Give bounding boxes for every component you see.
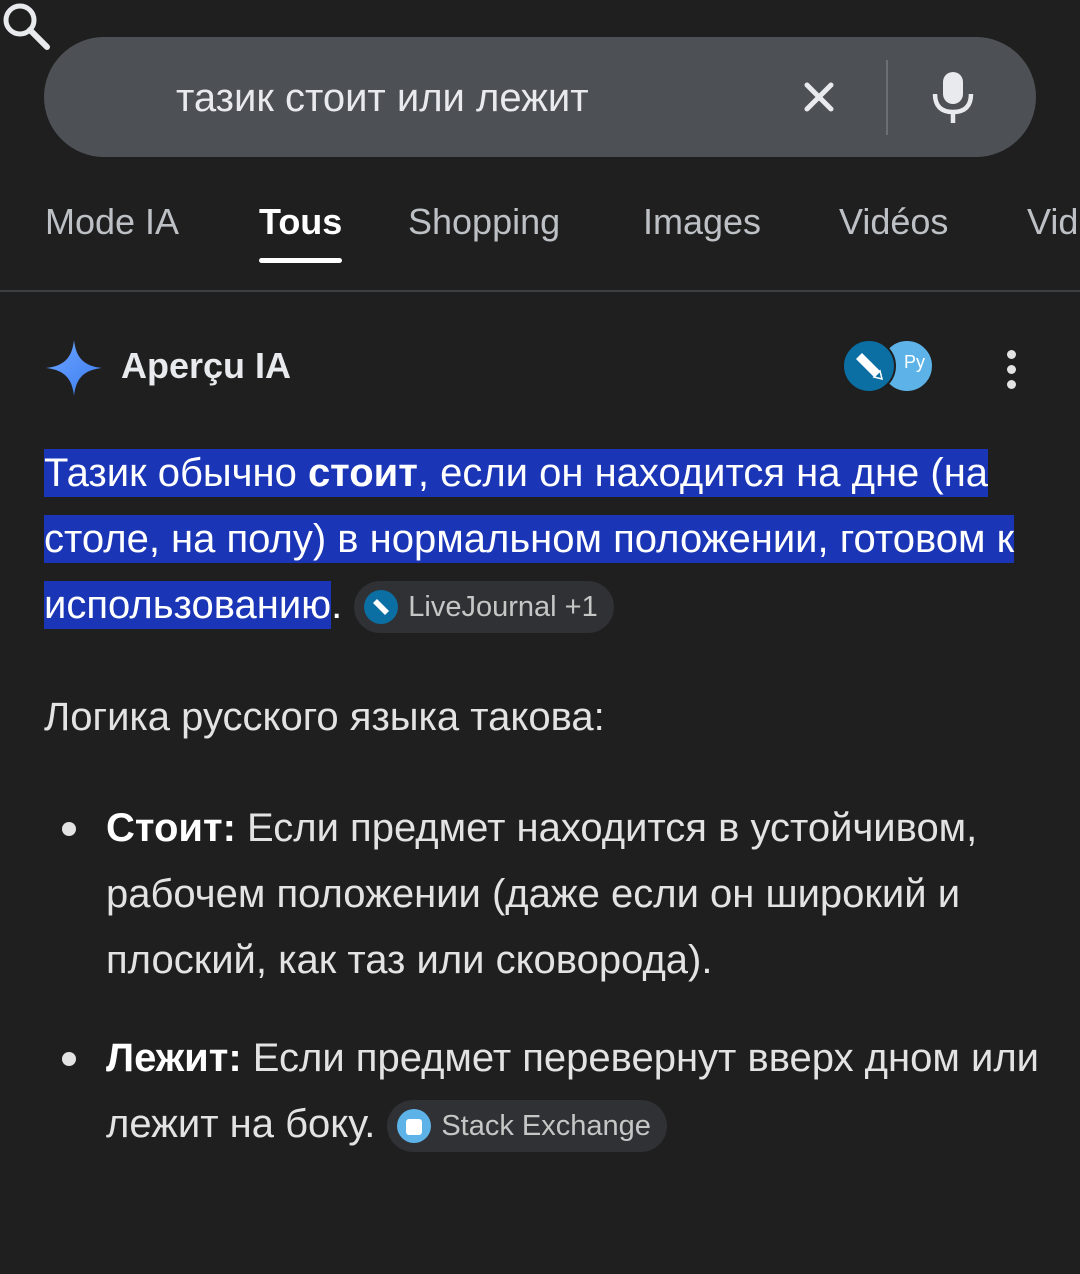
bullet-term: Стоит: (106, 806, 236, 850)
tab-videos[interactable]: Vidéos (839, 200, 948, 244)
active-tab-indicator (259, 258, 342, 263)
stackexchange-icon (397, 1108, 432, 1143)
more-options-icon[interactable] (1000, 350, 1024, 390)
svg-text:Py: Py (904, 352, 925, 372)
source-chip-stackexchange[interactable]: Stack Exchange (387, 1100, 667, 1153)
ai-answer: Тазик обычно стоит, если он находится на… (44, 440, 1044, 638)
search-divider (886, 60, 888, 135)
livejournal-avatar (842, 339, 896, 393)
bullet-icon (62, 822, 76, 836)
tab-mode-ia[interactable]: Mode IA (45, 200, 179, 244)
answer-bold-term: стоит (307, 451, 418, 495)
tab-images[interactable]: Images (643, 200, 761, 244)
intro-text: Логика русского языка такова: (44, 695, 605, 739)
search-tabs: Mode IA Tous Shopping Images Vidéos Vid (0, 195, 1080, 290)
source-chip-label: Stack Exchange (441, 1110, 651, 1143)
tab-videos-short[interactable]: Vid (1027, 200, 1078, 244)
tab-all[interactable]: Tous (259, 200, 342, 244)
tabs-divider (0, 290, 1080, 292)
ai-sparkle-icon (46, 340, 102, 396)
answer-period: . (331, 583, 343, 627)
microphone-icon[interactable] (930, 70, 976, 126)
bullet-text: Если предмет находится в устойчивом, раб… (106, 806, 978, 982)
bullet-icon (62, 1052, 76, 1066)
list-item: Лежит: Если предмет перевернут вверх дно… (44, 1025, 1054, 1157)
search-input[interactable]: тазик стоит или лежит (176, 74, 589, 122)
source-chip-livejournal[interactable]: LiveJournal +1 (354, 581, 614, 634)
source-avatars[interactable]: Py (842, 339, 938, 395)
source-chip-label: LiveJournal +1 (408, 591, 598, 624)
livejournal-icon (364, 589, 399, 624)
answer-text-start: Тазик обычно (44, 451, 308, 495)
ai-overview-title: Aperçu IA (121, 345, 292, 386)
list-item: Стоит: Если предмет находится в устойчив… (44, 795, 1054, 993)
tab-shopping[interactable]: Shopping (408, 200, 560, 244)
search-icon[interactable] (0, 0, 52, 52)
close-icon[interactable] (802, 80, 836, 114)
explanation-list: Стоит: Если предмет находится в устойчив… (44, 795, 1054, 1189)
bullet-term: Лежит: (106, 1036, 242, 1080)
